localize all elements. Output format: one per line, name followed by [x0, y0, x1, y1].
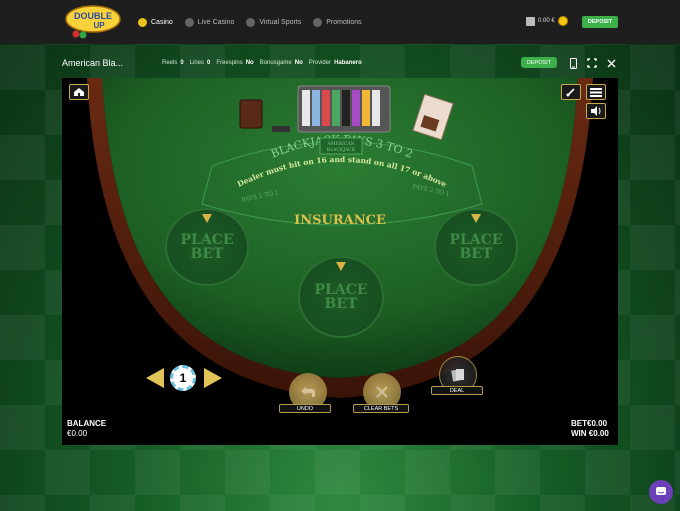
- nav-promotions-label: Promotions: [326, 18, 362, 26]
- lines-label: Lines: [189, 60, 205, 66]
- chip-next-arrow-icon[interactable]: [204, 368, 222, 388]
- nav-live-casino-label: Live Casino: [197, 18, 235, 26]
- bet-win-readout: BET€0.00 WIN €0.00: [571, 419, 609, 439]
- help-button[interactable]: [561, 84, 581, 100]
- reels-value: 0: [180, 60, 184, 66]
- balance-label: BALANCE: [67, 419, 107, 428]
- bet-arrow-icon: [336, 262, 346, 271]
- deposit-button[interactable]: DEPOSIT: [582, 16, 618, 28]
- game-meta: Reels 0 Lines 0 Freespins No Bonusgame No Pr…: [162, 60, 362, 66]
- live-casino-icon: [184, 17, 194, 27]
- mobile-icon[interactable]: [567, 57, 579, 69]
- place-bet-left-line1: PLACE: [180, 232, 234, 248]
- meta-bonusgame: Bonusgame No: [260, 60, 303, 66]
- clear-bets-label[interactable]: CLEAR BETS: [353, 404, 409, 413]
- meta-provider: Provider Habanero: [309, 60, 362, 66]
- bet-arrow-icon: [202, 214, 212, 223]
- nav-casino[interactable]: Casino: [138, 17, 173, 27]
- chat-icon: [656, 487, 666, 495]
- freespins-label: Freespins: [216, 60, 243, 66]
- virtual-sports-icon: [246, 17, 256, 27]
- clear-bets-icon: [376, 386, 388, 398]
- coin-icon: [557, 16, 568, 26]
- place-bet-right-line2: BET: [459, 246, 493, 262]
- wallet-balance: 0.00 €: [538, 18, 555, 24]
- bet-value: €0.00: [587, 419, 608, 428]
- place-bet-center[interactable]: PLACE BET: [298, 256, 384, 338]
- insurance-label: INSURANCE: [294, 213, 386, 228]
- doubleup-logo[interactable]: DOUBLE UP: [64, 4, 122, 40]
- balance-value: €0.00: [67, 429, 88, 438]
- cards-icon: [451, 369, 464, 382]
- wallet-icon: [526, 16, 535, 26]
- logo-text-up: UP: [93, 21, 105, 30]
- chip-tray: [297, 85, 391, 133]
- reels-label: Reels: [162, 60, 178, 66]
- game-canvas: BLACKJACK PAYS 3 TO 2 Dealer must hit on…: [62, 78, 618, 445]
- nav-virtual-sports[interactable]: Virtual Sports: [246, 17, 302, 27]
- place-bet-right[interactable]: PLACE BET: [434, 208, 518, 286]
- nav-virtual-sports-label: Virtual Sports: [259, 18, 302, 26]
- speaker-icon: [591, 106, 601, 116]
- table-logo-line2: BLACKJACK: [327, 147, 356, 153]
- home-icon: [74, 88, 84, 96]
- home-button[interactable]: [69, 84, 89, 100]
- menu-button[interactable]: [586, 84, 606, 100]
- place-bet-center-line2: BET: [324, 296, 358, 312]
- balance-readout: BALANCE €0.00: [67, 419, 106, 439]
- place-bet-left-line2: BET: [190, 246, 224, 262]
- bonusgame-value: No: [294, 60, 303, 66]
- freespins-value: No: [245, 60, 254, 66]
- menu-icon: [590, 87, 602, 97]
- provider-label: Provider: [308, 60, 332, 66]
- card-deck: [239, 99, 263, 129]
- nav-promotions[interactable]: Promotions: [313, 17, 362, 27]
- top-navigation: DOUBLE UP Casino Live Casino Virtual Spo…: [0, 0, 680, 44]
- fullscreen-icon[interactable]: [586, 57, 598, 69]
- close-icon[interactable]: [605, 57, 617, 69]
- sound-button[interactable]: [586, 103, 606, 119]
- undo-icon: [301, 387, 315, 397]
- meta-reels: Reels 0: [162, 60, 184, 66]
- logo-text-double: DOUBLE: [74, 11, 112, 21]
- game-header: American Bla... Reels 0 Lines 0 Freespins N…: [62, 55, 618, 73]
- lines-value: 0: [207, 60, 211, 66]
- wallet[interactable]: 0.00 €: [526, 16, 568, 26]
- card-shoe-slot: [272, 126, 290, 132]
- table-logo-line1: AMERICAN: [327, 141, 355, 147]
- meta-freespins: Freespins No: [216, 60, 253, 66]
- promotions-icon: [313, 17, 323, 27]
- undo-label[interactable]: UNDO: [279, 404, 331, 413]
- bet-arrow-icon: [471, 214, 481, 223]
- win-value: €0.00: [588, 429, 609, 438]
- chat-button[interactable]: [649, 480, 673, 504]
- table-logo: AMERICAN BLACKJACK: [319, 137, 363, 155]
- nav-casino-label: Casino: [151, 18, 173, 26]
- nav-live-casino[interactable]: Live Casino: [184, 17, 235, 27]
- place-bet-center-line1: PLACE: [314, 282, 368, 298]
- place-bet-left[interactable]: PLACE BET: [165, 208, 249, 286]
- meta-lines: Lines 0: [190, 60, 211, 66]
- provider-value: Habanero: [334, 60, 362, 66]
- chip[interactable]: 1: [170, 365, 196, 391]
- game-deposit-button[interactable]: DEPOSIT: [521, 57, 557, 68]
- place-bet-right-line1: PLACE: [449, 232, 503, 248]
- win-label: WIN: [571, 429, 587, 438]
- bet-label: BET: [571, 419, 587, 428]
- bonusgame-label: Bonusgame: [259, 60, 292, 66]
- game-title: American Bla...: [62, 58, 124, 68]
- chip-prev-arrow-icon[interactable]: [146, 368, 164, 388]
- deal-label[interactable]: DEAL: [431, 386, 483, 395]
- chip-selector: 1: [146, 363, 222, 393]
- phone-icon: [566, 88, 575, 97]
- casino-icon: [138, 17, 147, 27]
